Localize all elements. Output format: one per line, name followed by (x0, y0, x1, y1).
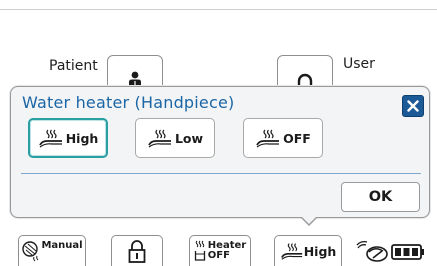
heater-button[interactable]: Heater OFF (189, 235, 251, 266)
user-label: User (343, 56, 375, 72)
dialog-pointer-fill (301, 216, 317, 224)
manual-mode-button[interactable]: Manual (18, 235, 86, 266)
heat-waves-icon (38, 129, 62, 148)
wireless-icon (356, 240, 388, 262)
option-high-button[interactable]: High (28, 118, 108, 158)
patient-label: Patient (49, 58, 98, 74)
heater-text: Heater OFF (208, 241, 246, 261)
ok-button[interactable]: OK (341, 182, 420, 212)
option-high-label: High (65, 130, 99, 146)
heat-waves-icon (256, 129, 280, 148)
close-button[interactable] (402, 95, 424, 117)
option-off-button[interactable]: OFF (243, 118, 323, 158)
lock-button[interactable] (111, 235, 163, 266)
manual-label: Manual (41, 239, 83, 251)
option-low-label: Low (174, 130, 204, 146)
dialog-title: Water heater (Handpiece) (22, 93, 235, 112)
heater-icon (194, 240, 205, 261)
water-heater-button[interactable]: High (274, 235, 342, 266)
status-area (355, 240, 435, 264)
heat-waves-icon (148, 129, 171, 148)
lock-icon (128, 240, 146, 263)
dialog-divider (21, 173, 421, 174)
battery-icon (391, 244, 424, 260)
heat-waves-icon (280, 243, 302, 260)
water-heater-level: High (303, 243, 337, 259)
top-divider (0, 9, 437, 10)
option-off-label: OFF (283, 130, 311, 146)
option-low-button[interactable]: Low (135, 118, 215, 158)
heater-state: OFF (207, 250, 230, 261)
spray-icon (22, 241, 39, 262)
close-icon (407, 100, 419, 112)
water-heater-dialog: Water heater (Handpiece) High Low OFF OK (10, 86, 430, 218)
